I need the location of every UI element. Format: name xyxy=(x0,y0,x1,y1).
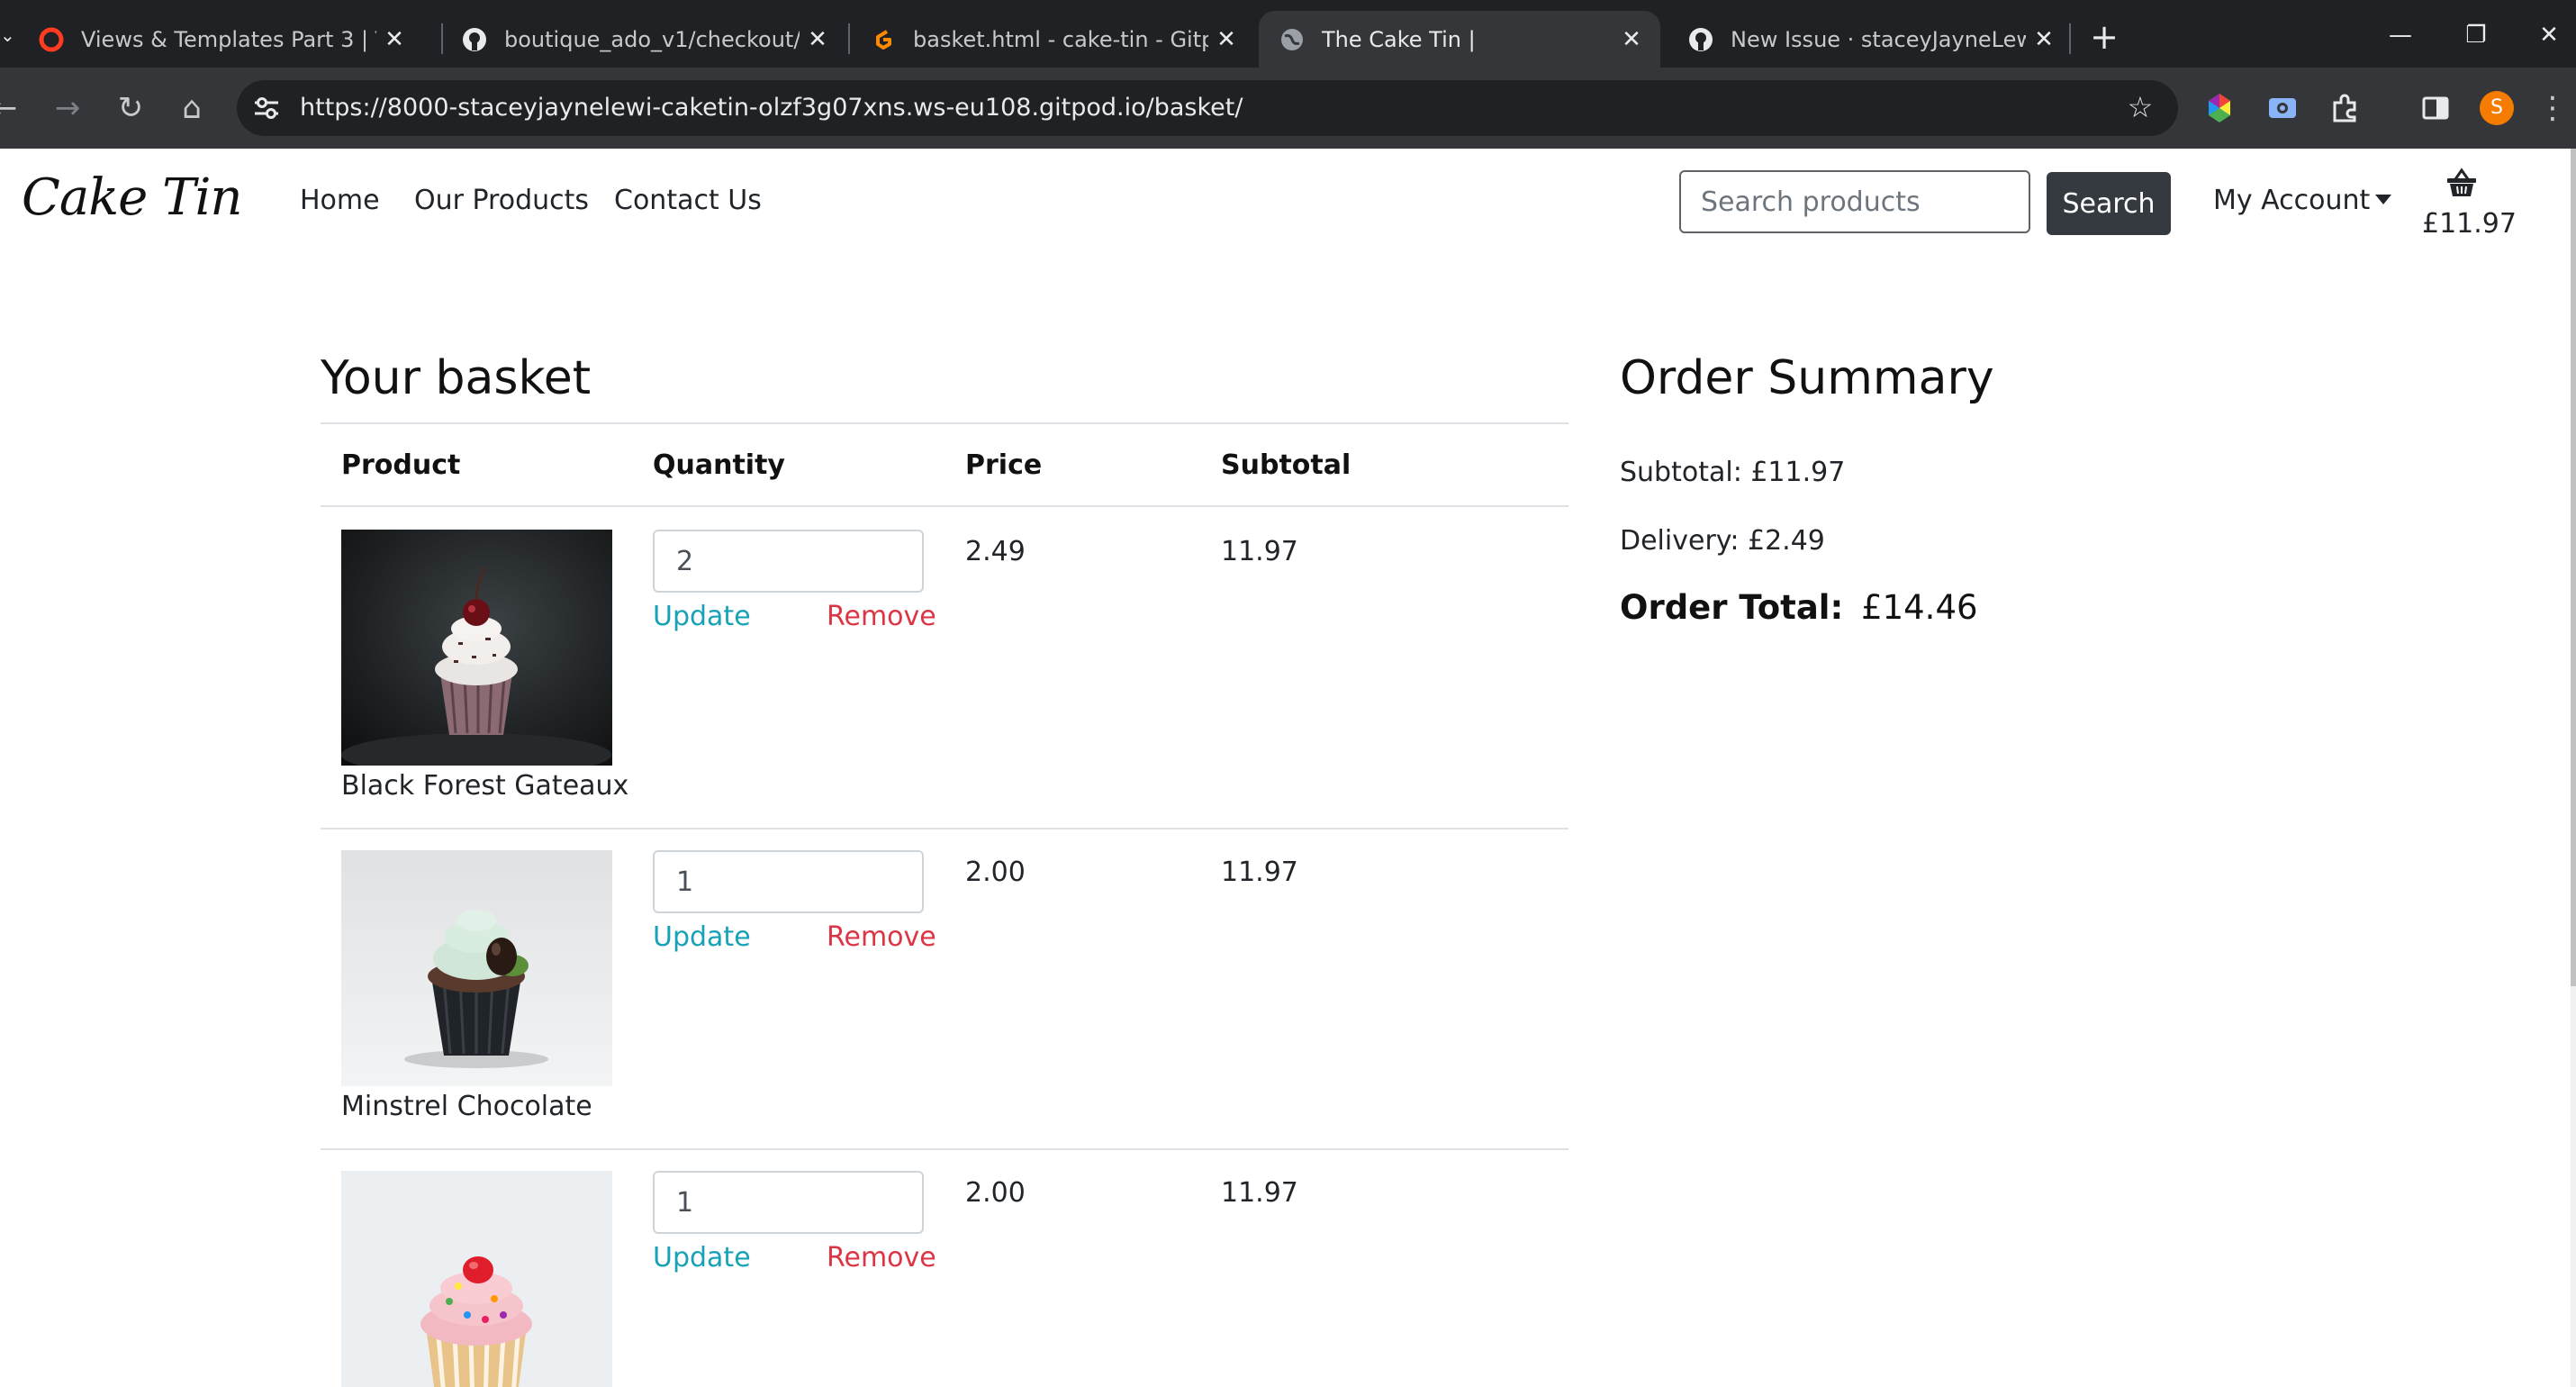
close-icon[interactable]: ✕ xyxy=(376,26,412,53)
site-settings-icon[interactable] xyxy=(251,93,282,123)
brand-logo[interactable]: Cake Tin xyxy=(22,168,242,227)
scrollbar-thumb[interactable] xyxy=(2571,149,2576,986)
nav-link-contact[interactable]: Contact Us xyxy=(614,185,762,216)
column-header-product: Product xyxy=(341,449,461,481)
browser-tab-active[interactable]: The Cake Tin | ✕ xyxy=(1259,11,1660,68)
search-input[interactable] xyxy=(1679,170,2030,233)
color-extension-icon[interactable] xyxy=(2201,89,2238,127)
tab-title: Views & Templates Part 3 | The xyxy=(81,26,376,52)
update-link[interactable]: Update xyxy=(653,921,751,953)
item-price: 2.00 xyxy=(965,1177,1026,1209)
product-image-cupcake[interactable] xyxy=(341,1171,612,1387)
close-icon[interactable]: ✕ xyxy=(1208,26,1244,53)
basket-total[interactable]: £11.97 xyxy=(2422,208,2517,240)
opera-icon xyxy=(38,26,65,53)
summary-subtotal: Subtotal: £11.97 xyxy=(1620,457,1846,488)
item-price: 2.00 xyxy=(965,857,1026,888)
globe-icon xyxy=(1279,26,1306,53)
address-bar[interactable]: https://8000-staceyjaynelewi-caketin-olz… xyxy=(237,80,2178,136)
remove-link[interactable]: Remove xyxy=(827,1242,936,1274)
update-link[interactable]: Update xyxy=(653,1242,751,1274)
divider xyxy=(321,422,1568,424)
github-icon xyxy=(1687,26,1714,53)
tab-title: basket.html - cake-tin - Gitpod xyxy=(913,26,1208,52)
remove-link[interactable]: Remove xyxy=(827,601,936,632)
caret-down-icon xyxy=(2375,195,2392,204)
product-image-black-forest[interactable] xyxy=(341,530,612,766)
product-image-minstrel[interactable] xyxy=(341,850,612,1086)
new-tab-plus-icon[interactable]: + xyxy=(2082,14,2127,59)
item-subtotal: 11.97 xyxy=(1221,536,1298,567)
divider xyxy=(321,505,1568,507)
screen-capture-extension-icon[interactable] xyxy=(2264,89,2301,127)
update-link[interactable]: Update xyxy=(653,601,751,632)
browser-tab[interactable]: New Issue · staceyJayneLewis/c ✕ xyxy=(1668,11,2073,68)
item-subtotal: 11.97 xyxy=(1221,857,1298,888)
tab-title: boutique_ado_v1/checkout/tem xyxy=(504,26,800,52)
close-icon[interactable]: ✕ xyxy=(2026,26,2062,53)
extensions-puzzle-icon[interactable] xyxy=(2327,89,2364,127)
browser-tab[interactable]: basket.html - cake-tin - Gitpod ✕ xyxy=(850,11,1255,68)
divider xyxy=(321,1148,1568,1150)
browser-tab[interactable]: boutique_ado_v1/checkout/tem ✕ xyxy=(441,11,846,68)
quantity-input[interactable] xyxy=(653,850,924,913)
side-panel-icon[interactable] xyxy=(2417,89,2454,127)
reload-icon[interactable]: ↻ xyxy=(108,86,153,131)
my-account-dropdown[interactable]: My Account xyxy=(2213,185,2392,216)
gitpod-icon xyxy=(870,26,897,53)
remove-link[interactable]: Remove xyxy=(827,921,936,953)
close-icon[interactable]: ✕ xyxy=(1613,26,1650,53)
home-icon[interactable]: ⌂ xyxy=(169,86,214,131)
order-total: Order Total: £14.46 xyxy=(1620,588,1978,627)
order-total-value: £14.46 xyxy=(1861,588,1978,627)
item-price: 2.49 xyxy=(965,536,1026,567)
divider xyxy=(321,828,1568,829)
shopping-basket-icon[interactable] xyxy=(2444,165,2480,201)
product-name: Minstrel Chocolate xyxy=(341,1091,592,1122)
profile-initial: S xyxy=(2490,96,2503,119)
search-button[interactable]: Search xyxy=(2047,172,2171,235)
more-menu-icon[interactable]: ⋮ xyxy=(2535,86,2571,131)
order-summary-title: Order Summary xyxy=(1620,351,1994,405)
column-header-price: Price xyxy=(965,449,1043,481)
browser-tab-bar: ⌄ Views & Templates Part 3 | The ✕ bouti… xyxy=(0,0,2576,68)
profile-avatar[interactable]: S xyxy=(2478,89,2516,127)
order-total-label: Order Total: xyxy=(1620,588,1844,627)
tab-search-chevron-icon[interactable]: ⌄ xyxy=(0,13,18,58)
bookmark-star-icon[interactable]: ☆ xyxy=(2120,87,2160,127)
summary-delivery: Delivery: £2.49 xyxy=(1620,525,1825,557)
tab-title: New Issue · staceyJayneLewis/c xyxy=(1731,26,2026,52)
browser-toolbar: ← → ↻ ⌂ https://8000-staceyjaynelewi-cak… xyxy=(0,68,2576,149)
forward-arrow-icon[interactable]: → xyxy=(45,86,90,131)
back-arrow-icon[interactable]: ← xyxy=(0,86,27,131)
product-name: Black Forest Gateaux xyxy=(341,770,629,802)
quantity-input[interactable] xyxy=(653,1171,924,1234)
scrollbar[interactable] xyxy=(2571,149,2576,1387)
tab-divider xyxy=(2069,23,2071,54)
column-header-subtotal: Subtotal xyxy=(1221,449,1351,481)
tab-title: The Cake Tin | xyxy=(1322,26,1476,52)
column-header-quantity: Quantity xyxy=(653,449,785,481)
github-icon xyxy=(461,26,488,53)
item-subtotal: 11.97 xyxy=(1221,1177,1298,1209)
my-account-label: My Account xyxy=(2213,185,2371,216)
page-content: Cake Tin Home Our Products Contact Us Se… xyxy=(0,149,2576,1387)
window-close-icon[interactable]: ✕ xyxy=(2522,13,2576,58)
nav-link-home[interactable]: Home xyxy=(300,185,380,216)
quantity-input[interactable] xyxy=(653,530,924,593)
basket-title: Your basket xyxy=(321,351,592,405)
minimize-icon[interactable]: — xyxy=(2373,13,2427,58)
restore-icon[interactable]: ❐ xyxy=(2449,13,2503,58)
browser-tab[interactable]: Views & Templates Part 3 | The ✕ xyxy=(18,11,423,68)
nav-link-products[interactable]: Our Products xyxy=(414,185,589,216)
url-text[interactable]: https://8000-staceyjaynelewi-caketin-olz… xyxy=(300,80,1243,136)
close-icon[interactable]: ✕ xyxy=(800,26,836,53)
